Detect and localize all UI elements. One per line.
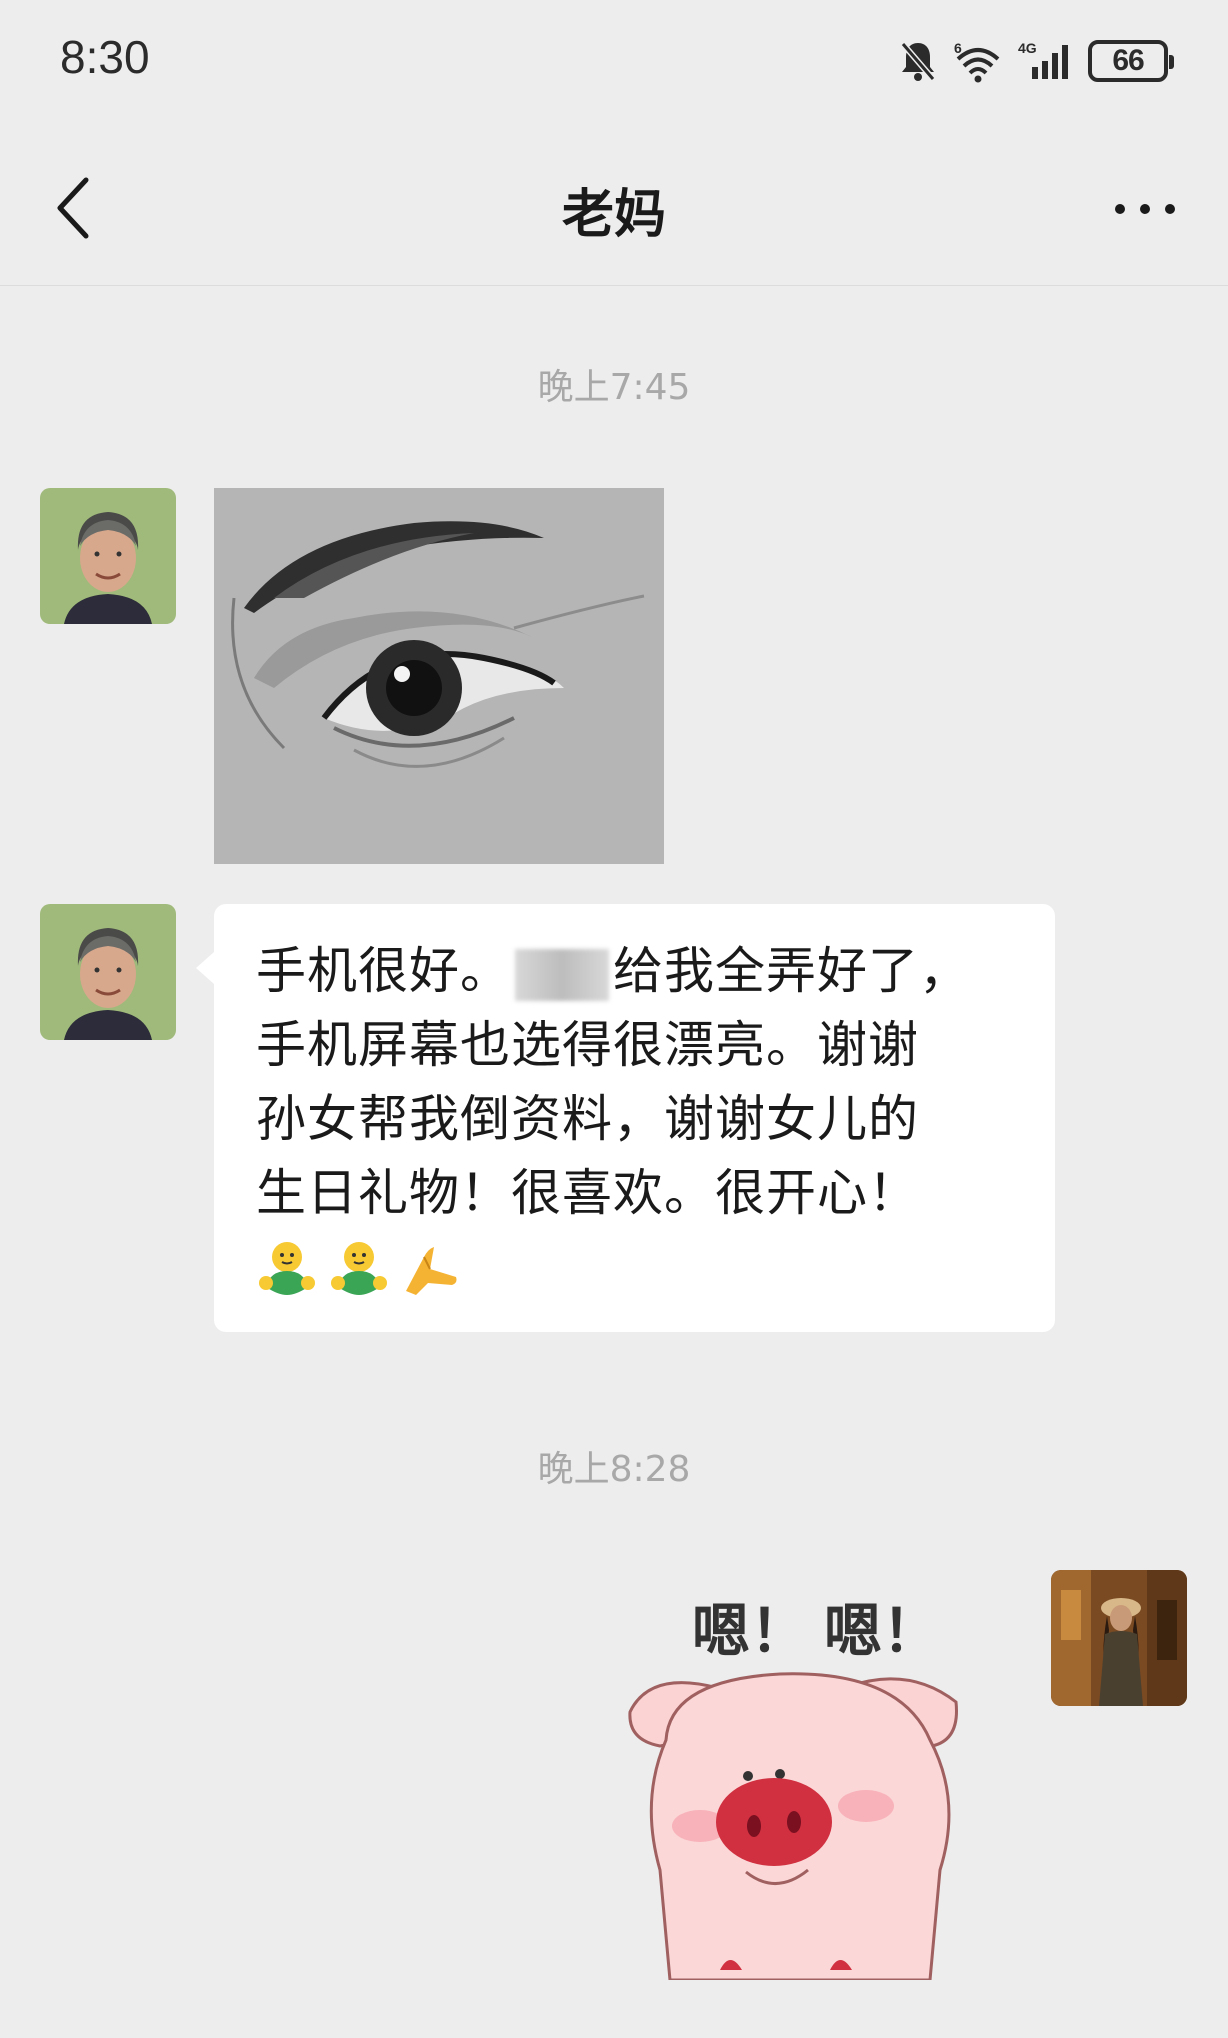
hug-emoji — [331, 1242, 387, 1295]
message-text: 手机很好。 给我全弄好了， 手机屏幕也选得很漂亮。谢谢 孙女帮我倒资料，谢谢女儿的… — [256, 934, 1019, 1230]
bell-off-icon — [900, 42, 936, 81]
home-indicator — [0, 1982, 1228, 2038]
svg-text:4G: 4G — [1018, 40, 1037, 56]
text-message-bubble[interactable]: 手机很好。 给我全弄好了， 手机屏幕也选得很漂亮。谢谢 孙女帮我倒资料，谢谢女儿的… — [196, 904, 1055, 1332]
chat-header: 老妈 — [0, 126, 1228, 286]
message-timestamp: 晚上7:45 — [537, 367, 691, 408]
more-dots-icon — [1115, 204, 1175, 214]
pig-sticker — [628, 1672, 958, 1980]
avatar-mom[interactable] — [40, 488, 176, 624]
image-message[interactable] — [214, 488, 664, 864]
message-line: 手机屏幕也选得很漂亮。谢谢 — [256, 1016, 919, 1074]
mom-portrait-icon — [40, 904, 176, 1040]
chat-screen: 8:30 6 4G 66 老妈 晚上7:45 手机很好。 给我全弄好了， 手机屏… — [0, 0, 1228, 2038]
signal-4g-icon: 4G — [1018, 40, 1068, 79]
battery-level: 66 — [1112, 44, 1144, 77]
status-icons: 6 4G 66 — [898, 36, 1174, 86]
sticker-message[interactable]: 嗯！ 嗯！ — [610, 1570, 1030, 1980]
avatar-mom[interactable] — [40, 904, 176, 1040]
mom-portrait-icon — [40, 488, 176, 624]
message-timestamp: 晚上8:28 — [537, 1449, 691, 1490]
pray-emoji — [406, 1247, 457, 1295]
my-portrait-icon — [1051, 1570, 1187, 1706]
wifi-6-icon: 6 — [954, 40, 1000, 83]
status-time: 8:30 — [60, 31, 150, 83]
redacted-name — [515, 948, 609, 1001]
message-line: 生日礼物！很喜欢。很开心！ — [256, 1164, 919, 1222]
chat-title: 老妈 — [561, 185, 666, 245]
eye-sketch-image — [214, 488, 664, 864]
svg-text:6: 6 — [954, 40, 962, 56]
status-bar: 8:30 6 4G 66 — [0, 0, 1228, 126]
hug-emoji — [259, 1242, 315, 1295]
message-line: 给我全弄好了， — [613, 942, 970, 1000]
message-line: 孙女帮我倒资料，谢谢女儿的 — [256, 1090, 919, 1148]
message-line: 手机很好。 — [256, 942, 511, 1000]
more-button[interactable] — [1110, 184, 1180, 234]
emoji-row — [256, 1236, 1019, 1300]
battery-icon: 66 — [1088, 40, 1174, 82]
avatar-me[interactable] — [1051, 1570, 1187, 1706]
